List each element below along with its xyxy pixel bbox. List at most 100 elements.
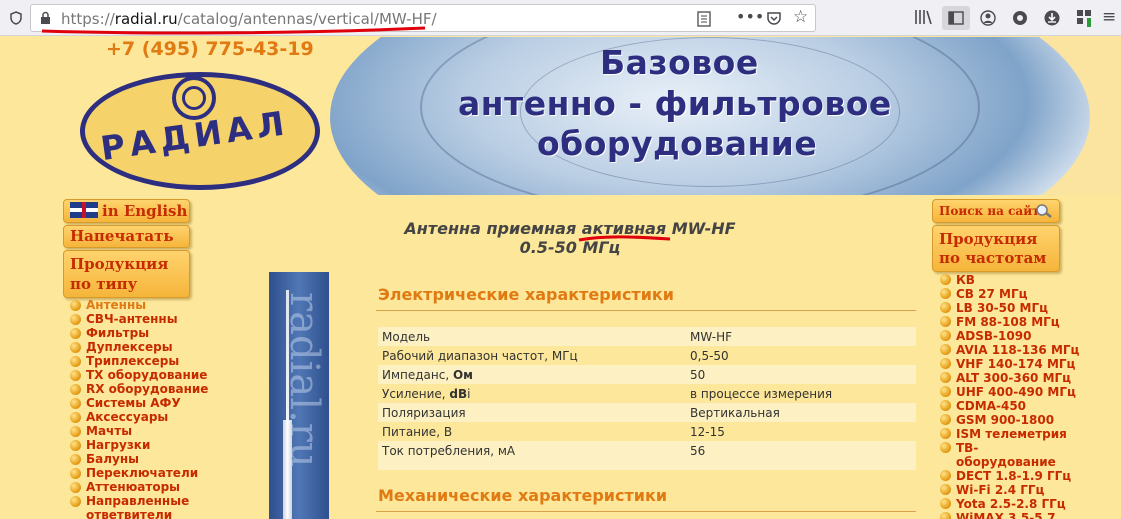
nav-item-label: ТХ оборудование bbox=[86, 368, 208, 382]
title-part3: MW-HF bbox=[666, 219, 736, 238]
english-label: in English bbox=[102, 202, 188, 220]
spec-label-suffix: i bbox=[467, 386, 471, 401]
products-by-type-button[interactable]: Продукция по типу bbox=[63, 250, 190, 298]
product-type-list: Антенны СВЧ-антенны Фильтры Дуплексеры Т… bbox=[70, 298, 208, 519]
spec-value: в процессе измерения bbox=[690, 386, 833, 401]
freq-item-cb[interactable]: CB 27 МГц bbox=[940, 287, 1079, 301]
bullet-icon bbox=[70, 411, 81, 423]
nav-item-label: ответвители bbox=[86, 508, 173, 519]
extension-icon[interactable] bbox=[1012, 10, 1028, 29]
nav-item-antennas[interactable]: Антенны bbox=[70, 298, 208, 312]
reader-view-icon[interactable] bbox=[697, 11, 711, 30]
magnifier-icon bbox=[1035, 203, 1053, 226]
table-row: Модель MW-HF bbox=[378, 327, 916, 346]
nav-item-rx-equipment[interactable]: RX оборудование bbox=[70, 382, 208, 396]
slogan-line3: оборудование bbox=[537, 124, 818, 163]
library-icon[interactable] bbox=[914, 9, 932, 28]
nav-item-label: Аксессуары bbox=[86, 410, 169, 424]
products-by-freq-line1: Продукция bbox=[939, 230, 1038, 248]
bullet-icon bbox=[940, 302, 951, 313]
mechanical-heading: Механические характеристики bbox=[378, 486, 668, 505]
apps-icon[interactable] bbox=[1076, 9, 1092, 30]
spec-value: 56 bbox=[686, 441, 916, 460]
nav-item-microwave-antennas[interactable]: СВЧ-антенны bbox=[70, 312, 208, 326]
english-button[interactable]: in English bbox=[63, 199, 190, 223]
freq-item-dect[interactable]: DECT 1.8-1.9 ГГц bbox=[940, 469, 1079, 483]
freq-item-cdma[interactable]: CDMA-450 bbox=[940, 399, 1079, 413]
download-icon[interactable] bbox=[1044, 10, 1060, 29]
nav-item-triplexers[interactable]: Триплексеры bbox=[70, 354, 208, 368]
pocket-icon[interactable] bbox=[766, 11, 782, 29]
account-icon[interactable] bbox=[980, 10, 996, 29]
spec-label-text: Усиление, bbox=[382, 386, 450, 401]
bullet-icon bbox=[940, 358, 951, 369]
nav-item-baluns[interactable]: Балуны bbox=[70, 452, 208, 466]
freq-item-lb[interactable]: LB 30-50 МГц bbox=[940, 301, 1079, 315]
bookmark-star-icon[interactable]: ☆ bbox=[793, 9, 808, 26]
freq-item-ism[interactable]: ISM телеметрия bbox=[940, 427, 1079, 441]
freq-item-kv[interactable]: КВ bbox=[940, 273, 1079, 287]
nav-item-duplexers[interactable]: Дуплексеры bbox=[70, 340, 208, 354]
freq-item-label: Wi-Fi 2.4 ГГц bbox=[956, 483, 1045, 497]
nav-item-label: Нагрузки bbox=[86, 438, 151, 452]
freq-item-vhf[interactable]: VHF 140-174 МГц bbox=[940, 357, 1079, 371]
nav-item-label: Системы АФУ bbox=[86, 396, 181, 410]
bullet-icon bbox=[70, 481, 81, 493]
frequency-list: КВ CB 27 МГц LB 30-50 МГц FM 88-108 МГц … bbox=[940, 273, 1079, 519]
spec-label-unit: Ом bbox=[452, 367, 473, 382]
freq-item-avia[interactable]: AVIA 118-136 МГц bbox=[940, 343, 1079, 357]
nav-item-masts[interactable]: Мачты bbox=[70, 424, 208, 438]
nav-item-switches[interactable]: Переключатели bbox=[70, 466, 208, 480]
bullet-icon bbox=[940, 400, 951, 411]
section-divider bbox=[376, 511, 916, 512]
nav-item-attenuators[interactable]: Аттенюаторы bbox=[70, 480, 208, 494]
freq-item-tv[interactable]: ТВ- bbox=[940, 441, 1079, 455]
nav-item-loads[interactable]: Нагрузки bbox=[70, 438, 208, 452]
bullet-icon bbox=[940, 288, 951, 299]
print-button[interactable]: Напечатать bbox=[63, 225, 190, 248]
menu-icon[interactable]: ≡ bbox=[1102, 9, 1116, 26]
bullet-icon bbox=[70, 369, 81, 381]
antenna-base bbox=[283, 420, 292, 519]
nav-item-label: Дуплексеры bbox=[86, 340, 173, 354]
bullet-icon bbox=[940, 386, 951, 397]
products-by-frequency-button[interactable]: Продукция по частотам bbox=[932, 225, 1060, 272]
spec-value: MW-HF bbox=[686, 327, 916, 346]
site-search-button[interactable]: Поиск на сайте bbox=[932, 199, 1060, 223]
bullet-icon bbox=[940, 330, 951, 341]
nav-item-tx-equipment[interactable]: ТХ оборудование bbox=[70, 368, 208, 382]
uk-flag-icon bbox=[70, 202, 98, 218]
nav-item-couplers[interactable]: Направленные bbox=[70, 494, 208, 508]
bullet-icon bbox=[70, 397, 81, 409]
freq-item-tv-line2[interactable]: оборудование bbox=[940, 455, 1079, 469]
title-part1: Антенна приемная bbox=[404, 219, 582, 238]
freq-item-uhf[interactable]: UHF 400-490 МГц bbox=[940, 385, 1079, 399]
slogan-line2: антенно - фильтровое bbox=[458, 84, 892, 123]
nav-item-afu-systems[interactable]: Системы АФУ bbox=[70, 396, 208, 410]
nav-item-accessories[interactable]: Аксессуары bbox=[70, 410, 208, 424]
sidebar-icon[interactable] bbox=[942, 6, 970, 30]
freq-item-wifi[interactable]: Wi-Fi 2.4 ГГц bbox=[940, 483, 1079, 497]
bullet-icon bbox=[70, 299, 81, 311]
bullet-icon bbox=[70, 341, 81, 353]
table-row: Рабочий диапазон частот, МГц 0,5-50 bbox=[378, 346, 916, 365]
spec-label: Усиление, dBi bbox=[378, 384, 686, 403]
nav-item-label: Переключатели bbox=[86, 466, 199, 480]
freq-item-gsm[interactable]: GSM 900-1800 bbox=[940, 413, 1079, 427]
nav-item-couplers-line2[interactable]: ответвители bbox=[70, 508, 208, 519]
more-icon[interactable]: ••• bbox=[736, 9, 764, 25]
table-row: Усиление, dBi в процессе измерения bbox=[378, 384, 916, 403]
bullet-icon bbox=[70, 383, 81, 395]
bullet-icon bbox=[940, 316, 951, 327]
freq-item-alt[interactable]: ALT 300-360 МГц bbox=[940, 371, 1079, 385]
freq-item-adsb[interactable]: ADSB-1090 bbox=[940, 329, 1079, 343]
bullet-icon bbox=[70, 439, 81, 451]
shield-icon[interactable] bbox=[10, 11, 22, 28]
nav-item-filters[interactable]: Фильтры bbox=[70, 326, 208, 340]
bullet-icon bbox=[940, 274, 951, 285]
freq-item-yota[interactable]: Yota 2.5-2.8 ГГц bbox=[940, 497, 1079, 511]
freq-item-fm[interactable]: FM 88-108 МГц bbox=[940, 315, 1079, 329]
spec-label: Поляризация bbox=[378, 403, 686, 422]
freq-item-wimax[interactable]: WiMAX 3.5-5.7 bbox=[940, 511, 1079, 519]
search-label: Поиск на сайте bbox=[939, 204, 1048, 218]
